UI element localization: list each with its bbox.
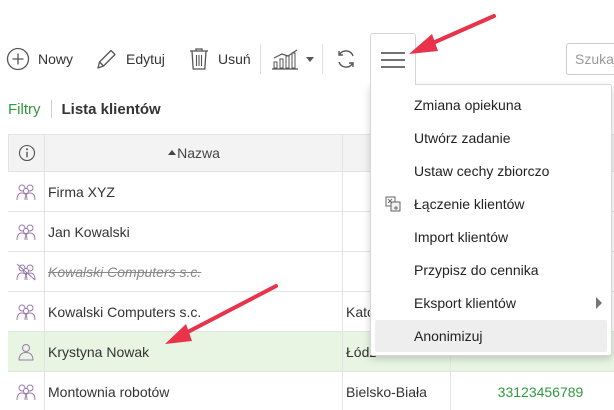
plus-circle-icon (6, 47, 30, 71)
menu-item-merge-clients[interactable]: Łączenie klientów (375, 188, 607, 220)
breadcrumb-divider (50, 100, 52, 118)
menu-item-set-features[interactable]: Ustaw cechy zbiorczo (375, 155, 607, 187)
row-name-cell: Krystyna Nowak (45, 332, 343, 371)
row-name-archived: Kowalski Computers s.c. (48, 263, 202, 280)
edit-button[interactable]: Edytuj (94, 44, 165, 74)
menu-item-assign-pricelist[interactable]: Przypisz do cennika (375, 254, 607, 286)
page-title: Lista klientów (61, 100, 161, 118)
row-icon-cell (8, 172, 45, 211)
row-icon-cell (8, 332, 45, 371)
breadcrumb: Filtry Lista klientów (8, 99, 161, 119)
header-info-cell[interactable] (8, 135, 45, 171)
header-name-cell[interactable]: Nazwa (45, 135, 343, 171)
delete-button-label: Usuń (218, 51, 251, 67)
row-name-cell: Montownia robotów (45, 372, 343, 410)
refresh-button[interactable] (334, 44, 358, 74)
row-phone-cell: 33123456789 (451, 372, 614, 410)
info-icon (18, 144, 35, 162)
row-name-cell: Firma XYZ (45, 172, 343, 211)
edit-button-label: Edytuj (126, 51, 165, 67)
sort-asc-icon (168, 150, 177, 155)
delete-button[interactable]: Usuń (188, 44, 251, 74)
person-icon (18, 343, 34, 360)
menu-item-label: Przypisz do cennika (414, 262, 539, 278)
menu-item-label: Łączenie klientów (414, 196, 525, 212)
row-icon-cell (8, 372, 45, 410)
menu-item-label: Eksport klientów (414, 295, 516, 311)
menu-item-change-owner[interactable]: Zmiana opiekuna (375, 89, 607, 121)
toolbar-divider (322, 44, 323, 74)
caret-down-icon (306, 57, 314, 62)
menu-item-export-clients[interactable]: Eksport klientów (375, 287, 607, 319)
company-group-icon (16, 304, 36, 320)
refresh-icon (338, 50, 354, 68)
new-button-label: Nowy (38, 51, 74, 67)
header-name-label: Nazwa (177, 145, 220, 161)
menu-item-label: Anonimizuj (414, 328, 483, 344)
menu-item-label: Utwórz zadanie (414, 130, 511, 146)
company-group-archived-icon (16, 263, 36, 280)
hamburger-icon (381, 51, 405, 68)
toolbar-divider (260, 44, 261, 74)
row-icon-cell (8, 252, 45, 291)
menu-item-create-task[interactable]: Utwórz zadanie (375, 122, 607, 154)
menu-item-label: Ustaw cechy zbiorczo (414, 163, 550, 179)
table-row[interactable]: Montownia robotów Bielsko-Biała 33123456… (8, 372, 614, 410)
pencil-icon (97, 49, 116, 69)
menu-item-label: Import klientów (414, 229, 509, 245)
toolbar: Nowy Edytuj Usuń (0, 36, 614, 82)
filters-link[interactable]: Filtry (8, 101, 41, 118)
merge-icon (385, 196, 401, 212)
company-group-icon (16, 184, 36, 200)
chart-dropdown-button[interactable] (270, 44, 316, 74)
menu-item-import-clients[interactable]: Import klientów (375, 221, 607, 253)
search-placeholder: Szukaj (575, 51, 614, 67)
trash-icon (190, 48, 208, 70)
more-actions-menu: Zmiana opiekuna Utwórz zadanie Ustaw cec… (370, 84, 612, 356)
submenu-arrow-icon (596, 297, 602, 309)
new-button[interactable]: Nowy (6, 44, 73, 74)
search-input[interactable]: Szukaj (566, 43, 614, 75)
menu-item-label: Zmiana opiekuna (414, 97, 522, 113)
company-group-icon (16, 384, 36, 400)
row-name-cell: Kowalski Computers s.c. (45, 252, 343, 291)
row-icon-cell (8, 212, 45, 251)
menu-item-anonymize[interactable]: Anonimizuj (375, 320, 607, 352)
row-name-cell: Kowalski Computers s.c. (45, 292, 343, 331)
row-name-cell: Jan Kowalski (45, 212, 343, 251)
more-menu-button[interactable] (370, 33, 416, 85)
company-group-icon (16, 224, 36, 240)
row-icon-cell (8, 292, 45, 331)
bar-chart-icon (272, 49, 298, 70)
row-city-cell: Bielsko-Biała (343, 372, 451, 410)
